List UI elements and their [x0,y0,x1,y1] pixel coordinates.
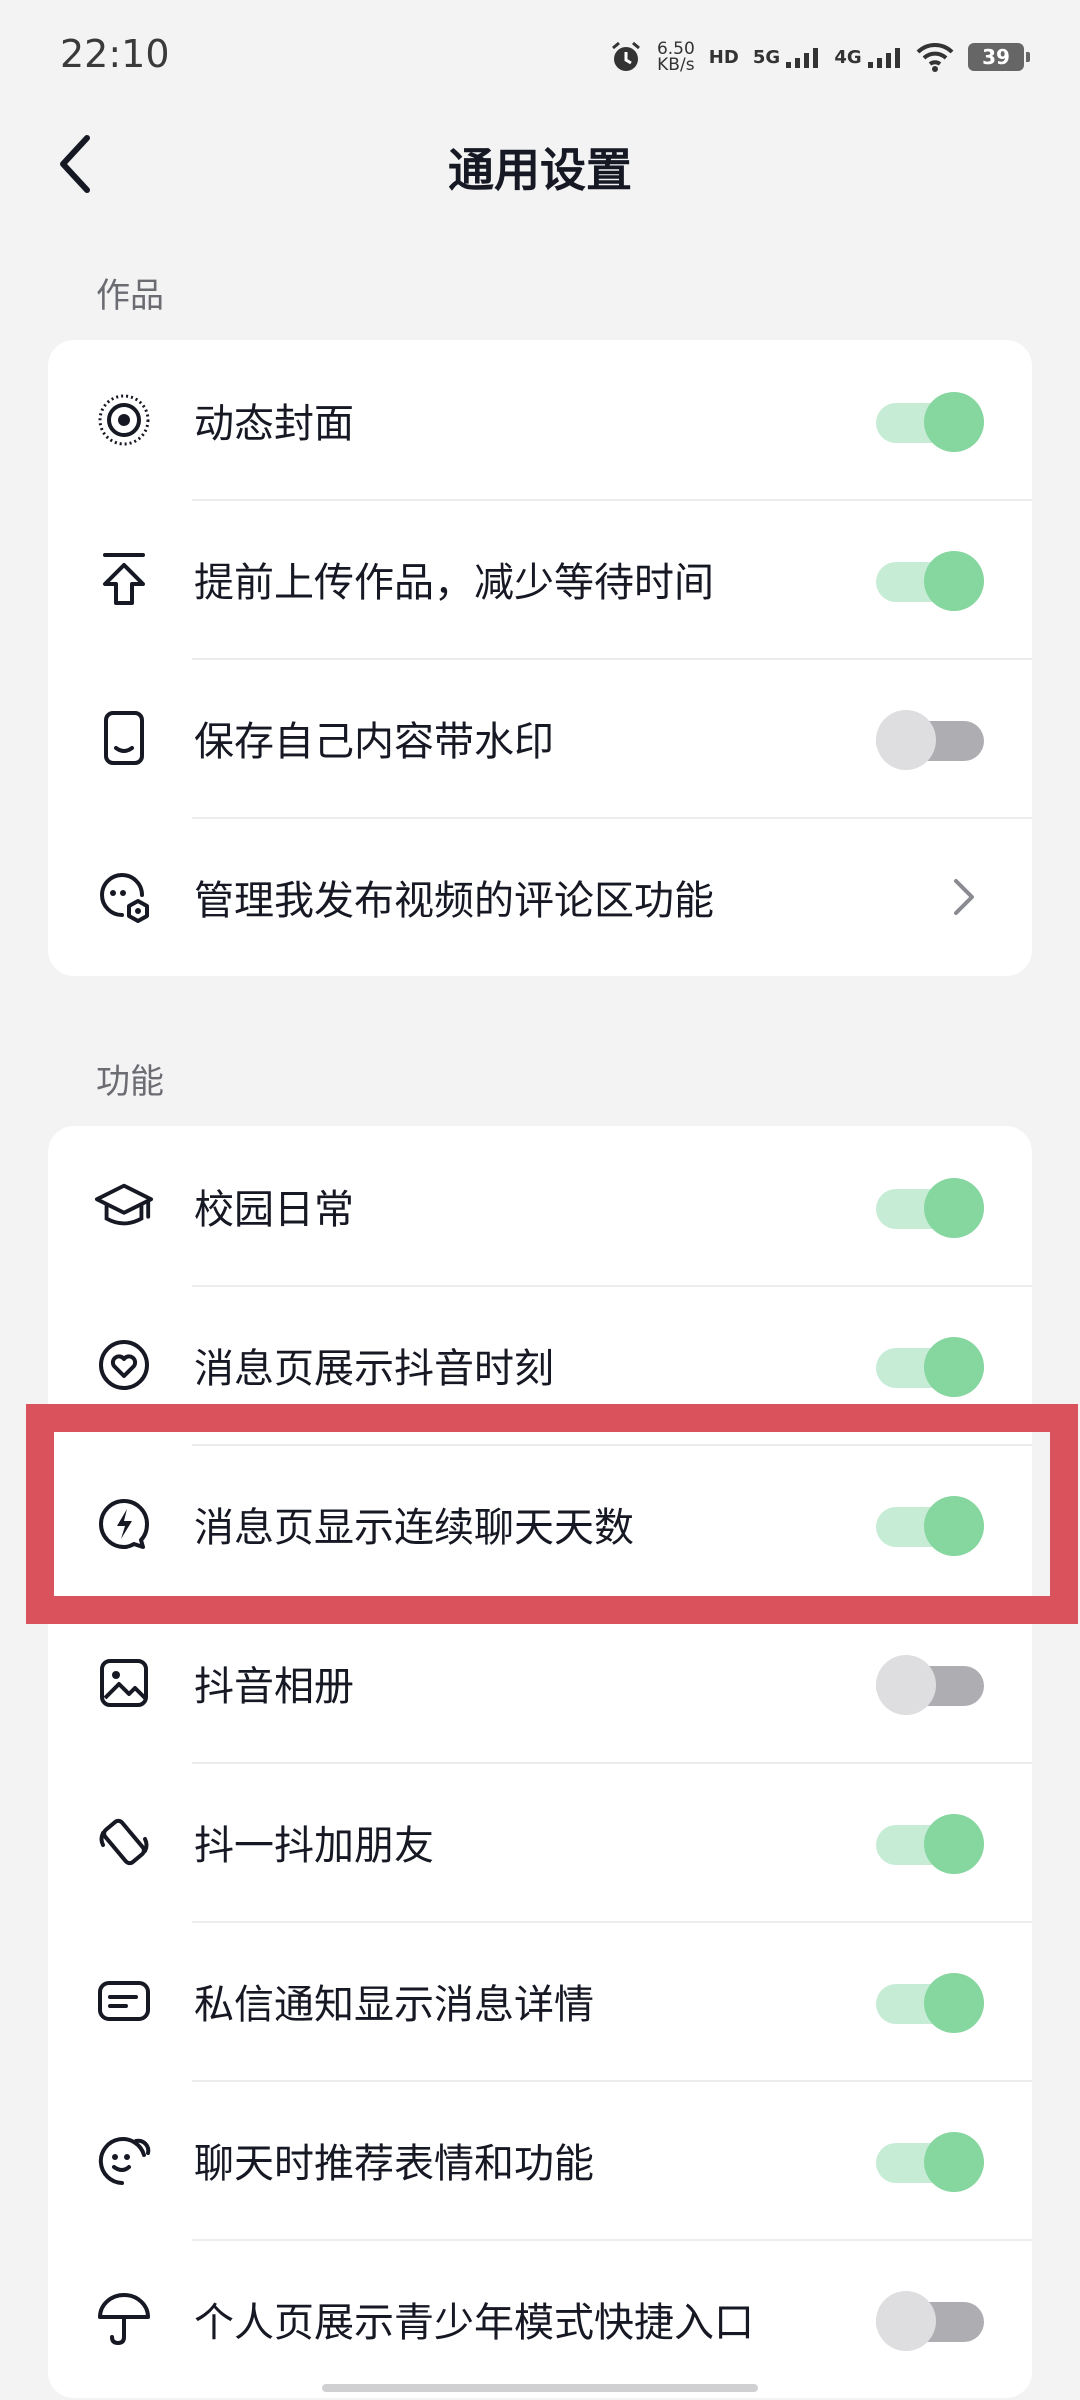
toggle-watermark[interactable] [876,707,984,770]
message-card-icon [94,1971,154,2031]
card-features: 校园日常 消息页展示抖音时刻 消息页显示连续聊天天数 抖音相册 抖一抖加朋友 私… [48,1126,1032,2398]
toggle-live-cover[interactable] [876,389,984,452]
toggle-album[interactable] [876,1652,984,1715]
toggle-recommend-emoji[interactable] [876,2129,984,2192]
toggle-campus[interactable] [876,1175,984,1238]
album-icon [94,1653,154,1713]
hd-badge: HD [708,46,739,68]
toggle-teen-mode[interactable] [876,2288,984,2351]
upload-icon [94,549,154,609]
setting-row-campus[interactable]: 校园日常 [48,1126,1032,1285]
comment-settings-icon [94,867,154,927]
setting-label: 校园日常 [194,1186,354,1233]
lightning-bubble-icon [94,1494,154,1554]
setting-label: 管理我发布视频的评论区功能 [194,877,714,924]
setting-label: 消息页显示连续聊天天数 [194,1504,634,1551]
toggle-dm-detail[interactable] [876,1970,984,2033]
setting-row-pre-upload[interactable]: 提前上传作品，减少等待时间 [48,499,1032,658]
setting-label: 私信通知显示消息详情 [194,1981,594,2028]
wifi-icon [916,42,954,72]
setting-row-album[interactable]: 抖音相册 [48,1603,1032,1762]
setting-label: 提前上传作品，减少等待时间 [194,559,714,606]
setting-row-teen-mode[interactable]: 个人页展示青少年模式快捷入口 [48,2239,1032,2398]
shake-phone-icon [94,1812,154,1872]
status-bar: 22:10 6.50 KB/s HD 5G 4G 39 [0,0,1080,112]
setting-row-comment-manage[interactable]: 管理我发布视频的评论区功能 [48,817,1032,976]
toggle-pre-upload[interactable] [876,548,984,611]
setting-label: 保存自己内容带水印 [194,718,554,765]
setting-label: 动态封面 [194,400,354,447]
setting-row-moments[interactable]: 消息页展示抖音时刻 [48,1285,1032,1444]
setting-label: 消息页展示抖音时刻 [194,1345,554,1392]
umbrella-icon [94,2289,154,2349]
card-works: 动态封面 提前上传作品，减少等待时间 保存自己内容带水印 管理我发布视频的评论区… [48,340,1032,976]
setting-row-recommend-emoji[interactable]: 聊天时推荐表情和功能 [48,2080,1032,2239]
setting-row-live-cover[interactable]: 动态封面 [48,340,1032,499]
toggle-shake-friend[interactable] [876,1811,984,1874]
setting-label: 聊天时推荐表情和功能 [194,2140,594,2187]
status-icons: 6.50 KB/s HD 5G 4G 39 [609,32,1030,82]
setting-row-shake-friend[interactable]: 抖一抖加朋友 [48,1762,1032,1921]
signal-4g: 4G [834,47,902,68]
section-title-works: 作品 [96,276,164,316]
setting-row-watermark[interactable]: 保存自己内容带水印 [48,658,1032,817]
live-cover-icon [94,390,154,450]
phone-watermark-icon [94,708,154,768]
chevron-right-icon [944,872,984,922]
page-title: 通用设置 [448,143,632,197]
setting-label: 抖音相册 [194,1663,354,1710]
toggle-moments[interactable] [876,1334,984,1397]
home-indicator [322,2384,758,2392]
smile-bubble-icon [94,2130,154,2190]
top-bar: 通用设置 [0,112,1080,218]
setting-label: 抖一抖加朋友 [194,1822,434,1869]
setting-row-chat-streak[interactable]: 消息页显示连续聊天天数 [48,1444,1032,1603]
setting-row-dm-detail[interactable]: 私信通知显示消息详情 [48,1921,1032,2080]
heart-circle-icon [94,1335,154,1395]
signal-5g: 5G [753,47,821,68]
graduation-cap-icon [94,1176,154,1236]
status-time: 22:10 [60,32,170,76]
alarm-icon [609,40,643,74]
section-title-features: 功能 [96,1062,164,1102]
setting-label: 个人页展示青少年模式快捷入口 [194,2299,754,2346]
toggle-chat-streak[interactable] [876,1493,984,1556]
net-speed: 6.50 KB/s [656,39,695,75]
battery-indicator: 39 [968,43,1030,71]
